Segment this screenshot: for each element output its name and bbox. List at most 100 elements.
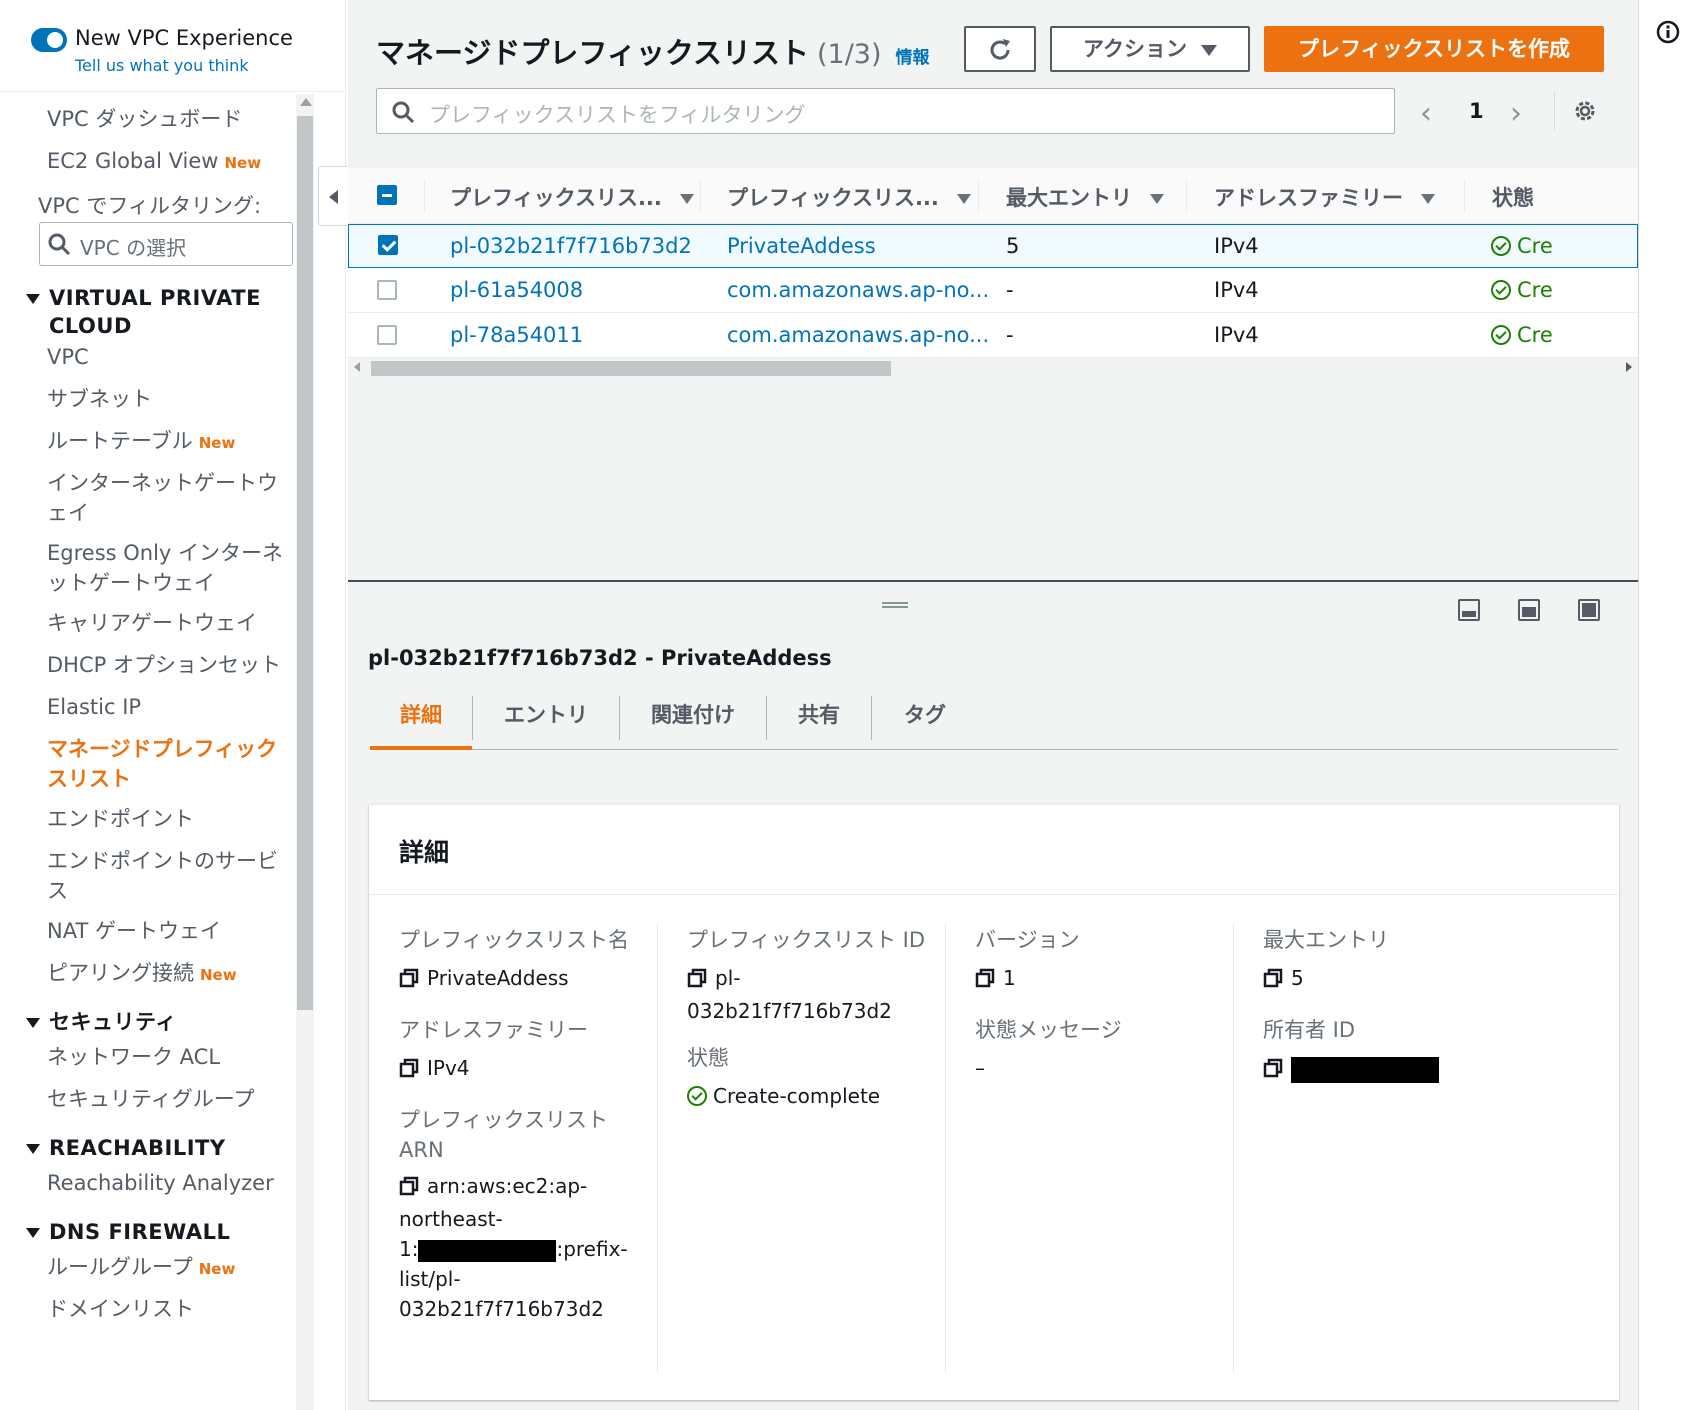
sidebar-item-dashboard[interactable]: VPC ダッシュボード	[47, 104, 292, 134]
column-header-label: プレフィックスリス...	[727, 186, 939, 210]
create-prefix-list-button[interactable]: プレフィックスリストを作成	[1264, 26, 1604, 72]
check-circle-icon	[1491, 236, 1511, 256]
value-text: northeast-	[399, 1207, 503, 1231]
sidebar-item-peering[interactable]: ピアリング接続 New	[47, 958, 292, 990]
scroll-right-arrow-icon[interactable]	[1626, 362, 1632, 372]
value-text: IPv4	[427, 1056, 470, 1080]
sidebar-item-carrier-gateways[interactable]: キャリアゲートウェイ	[47, 608, 292, 638]
sidebar-item-network-acl[interactable]: ネットワーク ACL	[47, 1042, 292, 1072]
select-all-checkbox[interactable]	[377, 185, 397, 205]
max-entries-value: 5	[1263, 963, 1304, 996]
table-row[interactable]: pl-78a54011 com.amazonaws.ap-no... - IPv…	[348, 314, 1638, 358]
copy-icon[interactable]	[975, 966, 995, 996]
column-header-id[interactable]: プレフィックスリス...	[450, 182, 694, 212]
collapse-sidebar-button[interactable]	[318, 166, 348, 226]
split-middle-icon[interactable]	[1518, 599, 1540, 621]
tab-details[interactable]: 詳細	[370, 700, 472, 750]
table-row[interactable]: pl-032b21f7f716b73d2 PrivateAddess 5 IPv…	[348, 224, 1638, 268]
copy-icon[interactable]	[399, 1056, 419, 1086]
previous-page-icon[interactable]: ‹	[1420, 96, 1432, 131]
copy-icon[interactable]	[1263, 966, 1283, 996]
sidebar-item-dhcp-options[interactable]: DHCP オプションセット	[47, 650, 292, 680]
prefix-list-id-link[interactable]: pl-032b21f7f716b73d2	[450, 234, 692, 258]
sidebar-item-ec2-global-view[interactable]: EC2 Global View New	[47, 146, 292, 178]
tab-associations[interactable]: 関連付け	[620, 700, 766, 750]
info-link[interactable]: 情報	[896, 48, 930, 68]
copy-icon[interactable]	[399, 1174, 419, 1204]
sidebar-item-endpoint-services[interactable]: エンドポイントのサービス	[47, 846, 292, 906]
new-vpc-experience-label: New VPC Experience	[75, 26, 293, 50]
prefix-list-name-link[interactable]: com.amazonaws.ap-no...	[727, 323, 989, 347]
state-text: Cre	[1517, 323, 1553, 347]
prefix-list-name-link[interactable]: com.amazonaws.ap-no...	[727, 278, 989, 302]
vpc-filter-select[interactable]: VPC の選択	[39, 222, 293, 266]
value-text: PrivateAddess	[427, 966, 569, 990]
sidebar-item-domain-lists[interactable]: ドメインリスト	[47, 1294, 292, 1324]
split-panel-resize-handle[interactable]	[882, 602, 908, 608]
sidebar-item-vpc[interactable]: VPC	[47, 342, 292, 372]
sidebar-item-rule-groups[interactable]: ルールグループ New	[47, 1252, 292, 1284]
gear-icon[interactable]	[1572, 98, 1598, 128]
section-dns-firewall[interactable]: DNS FIREWALL	[26, 1218, 286, 1246]
column-header-state[interactable]: 状態	[1492, 182, 1534, 212]
scroll-up-arrow-icon[interactable]	[300, 98, 312, 106]
divider	[978, 180, 979, 212]
sidebar-item-elastic-ip[interactable]: Elastic IP	[47, 692, 292, 722]
divider	[657, 923, 658, 1373]
sidebar-item-egress-only-igw[interactable]: Egress Only インターネットゲートウェイ	[47, 538, 292, 598]
owner-id-label: 所有者 ID	[1263, 1018, 1356, 1042]
table-horizontal-scrollbar[interactable]	[348, 358, 1638, 378]
address-family-label: アドレスファミリー	[399, 1018, 588, 1042]
current-page[interactable]: 1	[1469, 99, 1484, 123]
column-header-max-entries[interactable]: 最大エントリ	[1006, 182, 1164, 212]
feedback-link[interactable]: Tell us what you think	[75, 56, 249, 75]
section-virtual-private-cloud[interactable]: VIRTUAL PRIVATE CLOUD	[26, 284, 286, 340]
tab-label: 共有	[798, 703, 840, 727]
row-checkbox[interactable]	[377, 325, 397, 345]
details-card: 詳細 プレフィックスリスト名 PrivateAddess アドレスファミリー I…	[369, 804, 1619, 1400]
info-icon[interactable]	[1656, 20, 1680, 48]
new-vpc-experience-toggle[interactable]	[31, 28, 67, 52]
sidebar-item-security-groups[interactable]: セキュリティグループ	[47, 1084, 292, 1114]
horizontal-scrollbar-thumb[interactable]	[371, 361, 891, 376]
copy-icon[interactable]	[399, 966, 419, 996]
prefix-list-search[interactable]: プレフィックスリストをフィルタリング	[376, 88, 1395, 134]
tab-sharing[interactable]: 共有	[767, 700, 871, 750]
sidebar-scrollbar-thumb[interactable]	[297, 116, 313, 1010]
sidebar-item-managed-prefix-lists[interactable]: マネージドプレフィックスリスト	[47, 734, 292, 794]
search-icon	[47, 232, 71, 260]
actions-dropdown[interactable]: アクション	[1050, 26, 1250, 72]
prefix-list-name-label: プレフィックスリスト名	[399, 928, 629, 952]
refresh-button[interactable]	[964, 26, 1036, 72]
main-content: マネージドプレフィックスリスト (1/3) 情報 アクション プレフィックスリストを…	[348, 0, 1638, 1410]
column-header-address-family[interactable]: アドレスファミリー	[1214, 182, 1435, 212]
sidebar-item-nat-gateways[interactable]: NAT ゲートウェイ	[47, 916, 292, 946]
next-page-icon[interactable]: ›	[1510, 96, 1522, 131]
scroll-left-arrow-icon[interactable]	[354, 362, 360, 372]
prefix-list-name-link[interactable]: PrivateAddess	[727, 234, 876, 258]
copy-icon[interactable]	[1263, 1056, 1283, 1086]
address-family-cell: IPv4	[1214, 278, 1259, 302]
sidebar-item-internet-gateways[interactable]: インターネットゲートウェイ	[47, 468, 292, 528]
sidebar-item-reachability-analyzer[interactable]: Reachability Analyzer	[47, 1168, 292, 1198]
section-security[interactable]: セキュリティ	[26, 1008, 286, 1036]
row-checkbox[interactable]	[378, 235, 398, 255]
state-label: 状態	[687, 1046, 729, 1070]
row-checkbox[interactable]	[377, 280, 397, 300]
split-full-icon[interactable]	[1578, 599, 1600, 621]
sidebar-item-route-tables[interactable]: ルートテーブル New	[47, 426, 292, 458]
section-reachability[interactable]: REACHABILITY	[26, 1134, 286, 1162]
column-header-name[interactable]: プレフィックスリス...	[727, 182, 971, 212]
prefix-list-id-link[interactable]: pl-61a54008	[450, 278, 583, 302]
split-bottom-icon[interactable]	[1458, 599, 1480, 621]
copy-icon[interactable]	[687, 966, 707, 996]
sidebar-item-endpoints[interactable]: エンドポイント	[47, 804, 292, 834]
value-text: Create-complete	[713, 1084, 881, 1108]
tab-entries[interactable]: エントリ	[473, 700, 619, 750]
table-row[interactable]: pl-61a54008 com.amazonaws.ap-no... - IPv…	[348, 269, 1638, 313]
sidebar-item-subnets[interactable]: サブネット	[47, 384, 292, 414]
prefix-list-name-value: PrivateAddess	[399, 963, 569, 996]
sidebar-item-label: サブネット	[47, 387, 152, 411]
prefix-list-id-link[interactable]: pl-78a54011	[450, 323, 583, 347]
tab-tags[interactable]: タグ	[872, 700, 978, 750]
